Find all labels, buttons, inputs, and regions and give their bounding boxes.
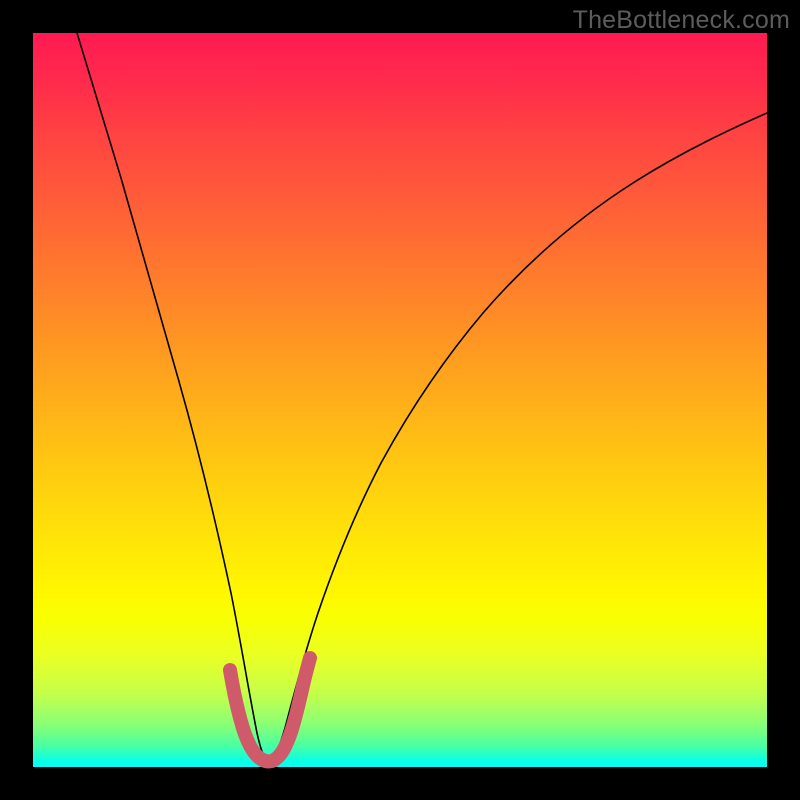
plot-area bbox=[33, 33, 767, 767]
chart-frame: TheBottleneck.com bbox=[0, 0, 800, 800]
watermark-text: TheBottleneck.com bbox=[573, 6, 790, 35]
optimal-band-marker bbox=[230, 658, 310, 761]
curve-layer bbox=[33, 33, 767, 767]
bottleneck-curve bbox=[77, 33, 767, 761]
